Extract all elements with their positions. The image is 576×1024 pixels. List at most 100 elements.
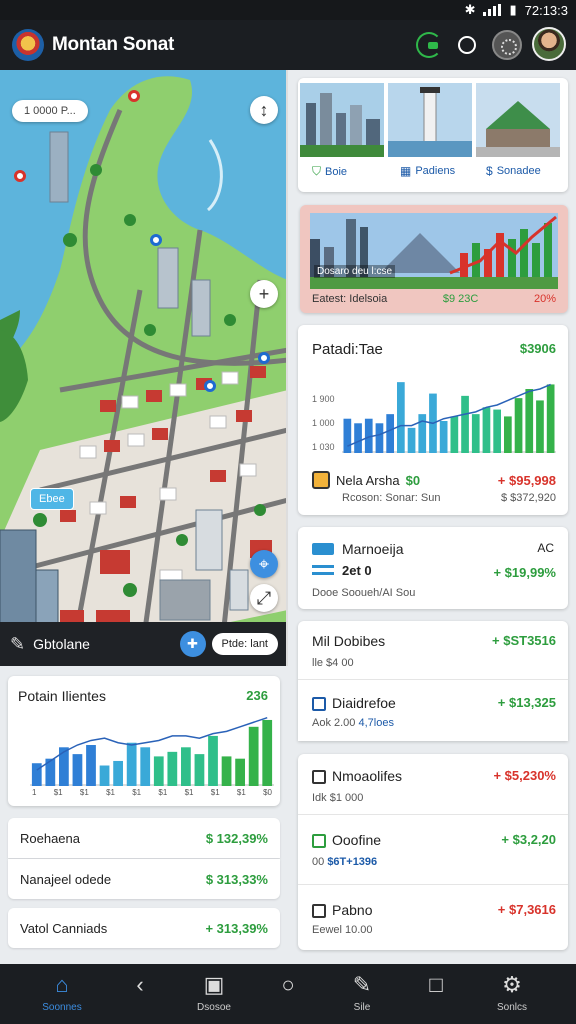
chart-bar[interactable] (514, 398, 523, 453)
nav-label: Soonnes (42, 1002, 82, 1013)
chart-bar[interactable] (262, 719, 273, 786)
card-corner: AC (537, 541, 554, 555)
photo-label[interactable]: ⛉ Boie (312, 164, 347, 179)
map-pin[interactable] (128, 90, 140, 102)
chart-bar[interactable] (126, 742, 137, 786)
city-photo[interactable] (300, 83, 384, 157)
list-row[interactable]: Roehaena $ 132,39% (8, 818, 280, 858)
nav-settings[interactable]: ⚙ Sonlcs (472, 972, 552, 1013)
banner-percent: 20% (533, 293, 556, 305)
chart-bar[interactable] (59, 747, 69, 786)
map-pin[interactable] (204, 380, 216, 392)
chart-bar[interactable] (208, 735, 218, 786)
chart-bar[interactable] (140, 747, 151, 786)
building-icon (312, 697, 326, 712)
row-name: Nela Arsha (336, 472, 400, 488)
card-title-text: Pabno (332, 902, 373, 918)
city-map[interactable]: 1 0000 P... ↕ + Ebee ⌖ ⤢ ✎ Gbtolane ✚ Pt… (0, 70, 288, 666)
growth-banner[interactable]: Dosaro deu l:cse Eatest: Idelsoia $9 23C… (300, 205, 568, 313)
stat-card-nmoaolifes[interactable]: Nmoaolifes + $5,230% Idk $1 000 Ooofine … (298, 754, 568, 950)
chart-bar[interactable] (31, 763, 42, 786)
left-chart-card[interactable]: Potain Ilientes 236 1 $1 $1 $1 $1 $1 $1 … (8, 676, 280, 806)
chart-bar[interactable] (194, 754, 205, 786)
chart-bar[interactable] (113, 760, 123, 786)
skyline-growth-image: Dosaro deu l:cse (310, 213, 558, 289)
chart-bar[interactable] (72, 754, 83, 786)
card-value: + $19,99% (493, 565, 556, 580)
card-value: + $7,3616 (497, 902, 556, 917)
building-photo[interactable] (476, 83, 560, 157)
tower-photo[interactable] (388, 83, 472, 157)
list-row[interactable]: Nanajeel odede $ 313,33% (8, 859, 280, 899)
metrics-card[interactable]: Patadi:Tae $3906 1 900 1 000 1 030 Nela … (298, 325, 568, 515)
map-filter-pill[interactable]: Ptde: lant (211, 633, 278, 655)
chart-bar[interactable] (99, 765, 110, 786)
row-label: Vatol Canniads (20, 920, 108, 936)
circle-icon: ○ (281, 972, 295, 997)
nav-label: Sonlcs (496, 1002, 527, 1013)
nav-edit[interactable]: ✎ Sile (322, 972, 402, 1013)
photo-label[interactable]: $ Sonadee (486, 164, 541, 178)
avatar[interactable] (532, 27, 566, 61)
chart-bar[interactable] (536, 400, 544, 453)
stat-card-marnoeija[interactable]: Marnoeija AC 2et 0 + $19,99% Dooe Sooueh… (298, 527, 568, 609)
zoom-in-button[interactable]: + (250, 280, 278, 308)
row-label: Nanajeel odede (20, 871, 112, 887)
row-value: + $95,998 (497, 472, 556, 488)
map-label-tag[interactable]: Ebee (30, 488, 74, 510)
chart-bar[interactable] (221, 756, 232, 786)
nav-wallet[interactable]: ▣ Dsosoe (174, 972, 254, 1013)
chart-bar[interactable] (525, 389, 534, 453)
locate-button[interactable]: ⌖ (250, 550, 278, 578)
chart-bar[interactable] (386, 414, 395, 453)
chart-bar[interactable] (235, 758, 245, 786)
chart-bar[interactable] (354, 423, 362, 453)
compass-button[interactable]: ↕ (250, 96, 278, 124)
map-toolbar: ✎ Gbtolane ✚ Ptde: lant (0, 622, 286, 666)
metrics-value: $3906 (519, 341, 556, 356)
chart-bar[interactable] (396, 382, 405, 453)
card-sub-text: Aok 2.00 (312, 717, 356, 729)
map-scale-chip[interactable]: 1 0000 P... (12, 100, 88, 122)
chart-bar[interactable] (482, 407, 491, 453)
chart-bar[interactable] (375, 423, 384, 453)
nav-back[interactable]: ‹ (100, 972, 180, 1002)
photo-label[interactable]: ▦ Padiens (400, 164, 455, 178)
tick-label: $1 (158, 788, 168, 797)
chart-bar[interactable] (248, 726, 259, 786)
chart-bar[interactable] (450, 416, 459, 453)
chart-bar[interactable] (493, 409, 502, 453)
map-pin[interactable] (14, 170, 26, 182)
sync-icon[interactable] (416, 32, 442, 58)
left-bar-chart (30, 716, 274, 786)
nav-home-circle[interactable]: ○ (248, 972, 328, 1002)
card-title: Pabno (312, 902, 373, 919)
map-pin[interactable] (258, 352, 270, 364)
settings-icon[interactable] (492, 30, 522, 60)
chart-bar[interactable] (407, 427, 416, 453)
circle-icon[interactable] (458, 36, 476, 54)
route-button[interactable]: ⤢ (250, 584, 278, 612)
stat-card-dobibes[interactable]: Mil Dobibes + $ST3516 lle $4 00 Diaidref… (298, 621, 568, 741)
chart-bar[interactable] (439, 421, 448, 453)
square-icon: □ (429, 972, 443, 997)
chart-bar[interactable] (86, 745, 96, 786)
chart-bar[interactable] (546, 384, 555, 453)
location-arrow-icon[interactable]: ✎ (10, 634, 25, 655)
chart-bar[interactable] (418, 414, 427, 453)
chart-bar[interactable] (471, 414, 480, 453)
nav-recents[interactable]: □ (396, 972, 476, 1002)
chart-bar[interactable] (167, 751, 178, 786)
list-row[interactable]: Vatol Canniads + 313,39% (8, 908, 280, 948)
card-sub-accent: 4,7loes (358, 717, 394, 729)
nav-home[interactable]: ⌂ Soonnes (22, 972, 102, 1013)
chart-bar[interactable] (503, 416, 512, 453)
bottom-nav: ⌂ Soonnes ‹ ▣ Dsosoe ○ ✎ Sile □ ⚙ Sonlcs (0, 964, 576, 1024)
shield-check-icon: ⛉ (312, 164, 322, 178)
chart-bar[interactable] (181, 747, 191, 786)
chart-bar[interactable] (343, 418, 352, 453)
chart-bar[interactable] (153, 756, 164, 786)
map-pin[interactable] (150, 234, 162, 246)
chart-bar[interactable] (461, 395, 469, 453)
plus-icon[interactable]: ✚ (179, 631, 206, 657)
